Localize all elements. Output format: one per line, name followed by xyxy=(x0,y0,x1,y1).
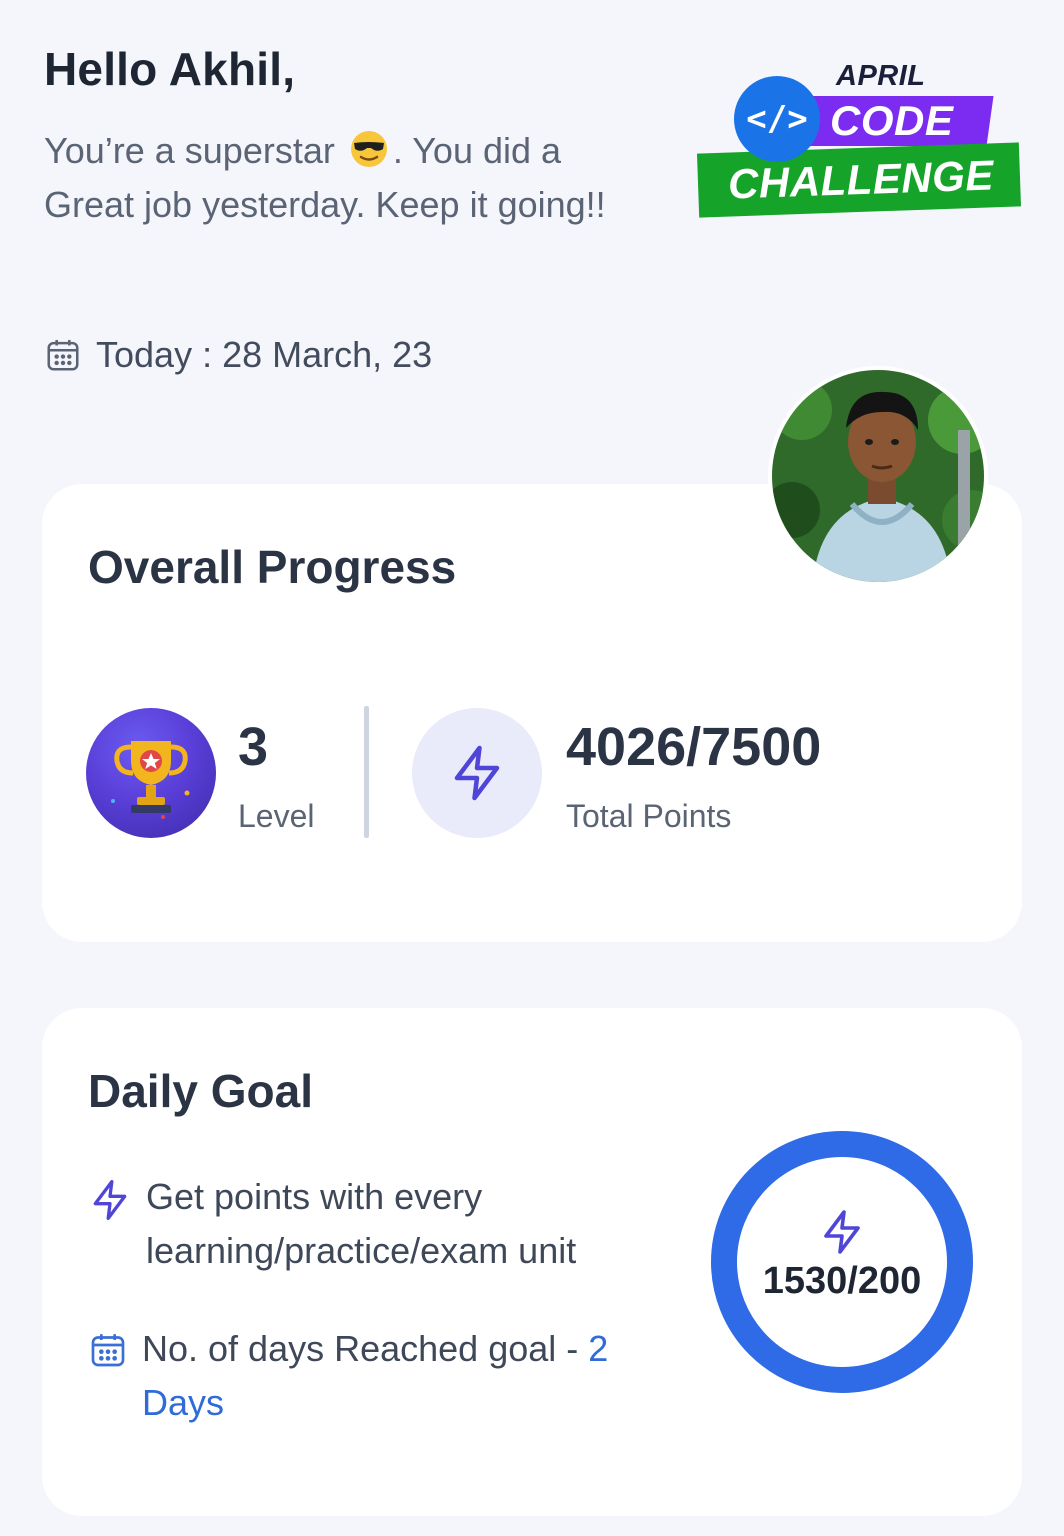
april-code-challenge-badge[interactable]: APRIL CODE CHALLENGE </> xyxy=(694,60,1026,220)
code-symbol-icon: </> xyxy=(734,76,820,162)
badge-april-text: APRIL xyxy=(836,60,926,92)
overall-progress-title: Overall Progress xyxy=(88,541,457,593)
points-lightning-icon-circle xyxy=(412,708,542,838)
goal-item-days: No. of days Reached goal - 2 Days xyxy=(88,1322,648,1430)
calendar-icon xyxy=(91,1334,125,1367)
calendar-icon xyxy=(47,339,79,371)
lightning-icon xyxy=(93,1180,127,1220)
sunglasses-emoji-icon xyxy=(350,131,387,167)
avatar-photo-icon xyxy=(772,370,984,582)
daily-goal-card: Daily Goal Get points with every learnin… xyxy=(42,1008,1022,1516)
level-value: 3 xyxy=(238,717,269,777)
goal-days-prefix: No. of days Reached goal - xyxy=(142,1328,589,1369)
total-points-label: Total Points xyxy=(566,798,732,834)
stats-divider xyxy=(364,706,369,838)
badge-code-text: CODE xyxy=(830,97,954,144)
daily-goal-value: 1530/200 xyxy=(762,1260,922,1302)
daily-goal-ring: 1530/200 xyxy=(706,1126,978,1398)
greeting-message: You’re a superstar . You did a Great job… xyxy=(44,124,644,232)
today-date-row: Today : 28 March, 23 xyxy=(44,334,432,376)
trophy-icon xyxy=(86,708,216,838)
today-date-text: Today : 28 March, 23 xyxy=(96,334,433,375)
total-points-value: 4026/7500 xyxy=(566,717,822,777)
lightning-icon xyxy=(824,1210,860,1254)
avatar[interactable] xyxy=(768,366,988,586)
goal-item-points-text: Get points with every learning/practice/… xyxy=(146,1176,577,1271)
daily-goal-title: Daily Goal xyxy=(88,1065,313,1117)
greeting-message-part1: You’re a superstar xyxy=(44,130,335,171)
greeting-title: Hello Akhil, xyxy=(44,43,296,95)
goal-item-days-text: No. of days Reached goal - 2 Days xyxy=(142,1322,648,1430)
goal-item-points: Get points with every learning/practice/… xyxy=(88,1170,648,1278)
lightning-icon xyxy=(454,745,500,801)
level-label: Level xyxy=(238,798,315,834)
